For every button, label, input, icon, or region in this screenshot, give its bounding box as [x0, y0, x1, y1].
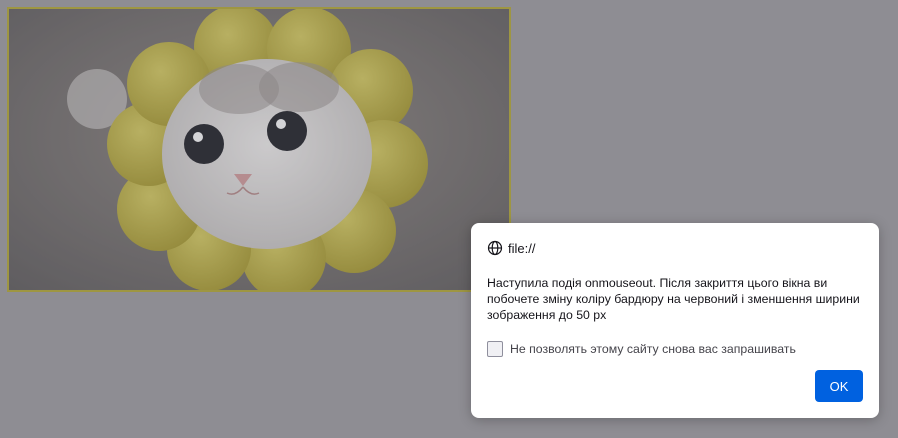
dialog-origin: file:// [508, 240, 536, 256]
globe-icon [487, 240, 503, 256]
alert-dialog: file:// Наступила подія onmouseout. Післ… [471, 223, 879, 418]
suppress-checkbox[interactable] [487, 341, 503, 357]
suppress-label: Не позволять этому сайту снова вас запра… [510, 342, 796, 356]
ok-button[interactable]: OK [815, 370, 863, 402]
dialog-message: Наступила подія onmouseout. Після закрит… [487, 276, 860, 322]
suppress-option[interactable]: Не позволять этому сайту снова вас запра… [487, 341, 863, 357]
dialog-header: file:// [487, 239, 863, 257]
